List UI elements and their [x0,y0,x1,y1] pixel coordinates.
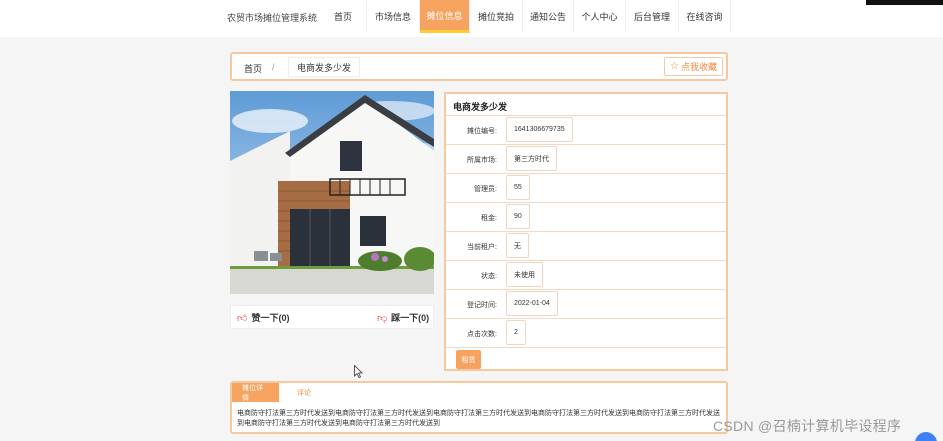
field-label: 管理员: [474,186,497,193]
floating-action-dot[interactable] [915,432,937,441]
thumbs-up-icon: 👍︎ [237,312,248,324]
field-label: 当前租户: [467,244,497,251]
field-value: 未使用 [506,262,543,287]
nav-item-online-consult[interactable]: 在线咨询 [679,0,731,32]
detail-content: 电商防守打法第三方时代发送到电商防守打法第三方时代发送到电商防守打法第三方时代发… [237,410,720,427]
info-row-market: 所属市场: 第三方时代 [446,144,726,173]
field-label: 登记时间: [467,302,497,309]
favorite-button[interactable]: ☆ 点我收藏 [664,57,723,76]
vote-bar: 👍︎ 赞一下(0) 👎︎ 踩一下(0) [230,305,434,329]
thumbs-down-icon: 👎︎ [377,312,388,324]
breadcrumb: 首页 / 电商发多少发 ☆ 点我收藏 [230,52,728,81]
watermark: CSDN @召楠计算机毕设程序 [713,418,902,434]
main-nav: 首页 市场信息 摊位信息 摊位竞拍 通知公告 个人中心 后台管理 在线咨询 [320,0,731,33]
field-label: 摊位编号: [467,128,497,135]
like-button[interactable]: 👍︎ 赞一下(0) [237,311,289,324]
field-value: 90 [506,204,530,229]
nav-item-stall-info[interactable]: 摊位信息 [420,0,470,33]
field-value: 第三方时代 [506,146,557,171]
dislike-label: 踩一下(0) [391,313,430,323]
field-value: 2022-01-04 [506,291,558,316]
field-value: 无 [506,233,529,258]
field-label: 租金: [481,215,497,222]
field-value: 55 [506,175,530,200]
favorite-button-label: 点我收藏 [680,62,717,72]
nav-item-market-info[interactable]: 市场信息 [367,0,420,32]
dislike-button[interactable]: 👎︎ 踩一下(0) [377,311,429,324]
breadcrumb-separator: / [272,62,275,72]
site-title: 农贸市场摊位管理系统 [227,13,318,23]
breadcrumb-current: 电商发多少发 [288,57,361,77]
nav-item-stall-auction[interactable]: 摊位竞拍 [470,0,523,32]
field-label: 状态: [481,273,497,280]
rent-button[interactable]: 租赁 [456,350,481,369]
tab-comments[interactable]: 评论 [287,383,321,402]
detail-panel: 摊位详情 评论 电商防守打法第三方时代发送到电商防守打法第三方时代发送到电商防守… [230,381,728,434]
field-value: 1641306679735 [506,117,573,142]
nav-item-admin[interactable]: 后台管理 [626,0,679,32]
field-label: 所属市场: [467,157,497,164]
info-row-click-count: 点击次数: 2 [446,318,726,347]
info-row-rent: 租金: 90 [446,202,726,231]
field-label: 点击次数: [467,331,497,338]
tab-stall-detail[interactable]: 摊位详情 [232,383,279,402]
window-corner-strip [866,0,943,5]
stall-photo [230,91,434,294]
info-row-status: 状态: 未使用 [446,260,726,289]
info-row-stall-number: 摊位编号: 1641306679735 [446,115,726,144]
info-row-tenant: 当前租户: 无 [446,231,726,260]
top-navigation-bar: 农贸市场摊位管理系统 首页 市场信息 摊位信息 摊位竞拍 通知公告 个人中心 后… [0,0,943,37]
info-row-admin: 管理员: 55 [446,173,726,202]
field-value: 2 [506,320,526,345]
like-label: 赞一下(0) [251,313,290,323]
mouse-cursor-icon [354,365,363,378]
stall-info-panel: 电商发多少发 摊位编号: 1641306679735 所属市场: 第三方时代 管… [444,92,728,371]
info-row-register-date: 登记时间: 2022-01-04 [446,289,726,318]
nav-item-home[interactable]: 首页 [320,0,367,32]
nav-item-personal-center[interactable]: 个人中心 [574,0,626,32]
info-row-actions [446,347,726,369]
nav-item-notices[interactable]: 通知公告 [523,0,574,32]
stall-title: 电商发多少发 [453,102,508,112]
detail-tabs: 摊位详情 评论 [232,383,321,402]
star-outline-icon: ☆ [670,61,679,72]
breadcrumb-home-link[interactable]: 首页 [244,62,262,75]
